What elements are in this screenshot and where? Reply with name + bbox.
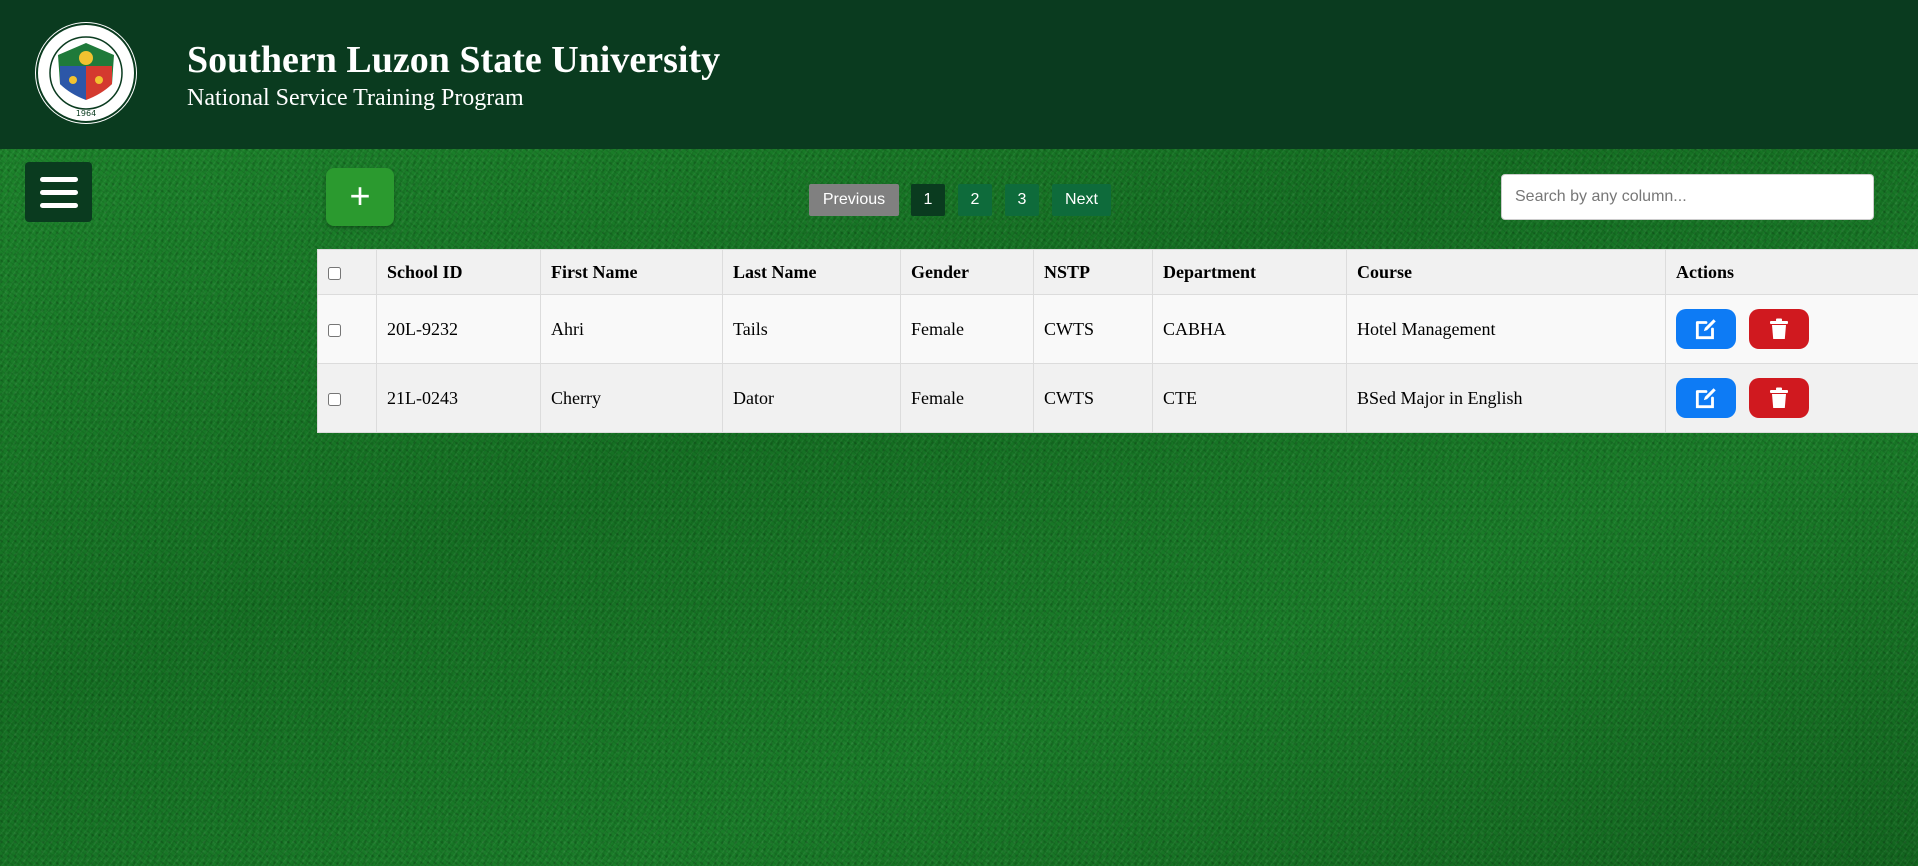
edit-icon bbox=[1695, 388, 1716, 409]
column-header-gender[interactable]: Gender bbox=[900, 249, 1034, 295]
trash-icon bbox=[1769, 318, 1788, 339]
page-subtitle: National Service Training Program bbox=[187, 85, 524, 111]
column-header-actions: Actions bbox=[1665, 249, 1918, 295]
column-header-last-name[interactable]: Last Name bbox=[722, 249, 901, 295]
first-name-cell: Cherry bbox=[540, 363, 723, 433]
row-select-cell bbox=[317, 363, 377, 433]
school-id-cell: 20L-9232 bbox=[376, 294, 541, 364]
row-select-cell bbox=[317, 294, 377, 364]
last-name-cell: Dator bbox=[722, 363, 901, 433]
nstp-cell: CWTS bbox=[1033, 294, 1153, 364]
table-row: 21L-0243 Cherry Dator Female CWTS CTE BS… bbox=[317, 363, 1918, 433]
row-checkbox[interactable] bbox=[328, 392, 341, 406]
page-3-button[interactable]: 3 bbox=[1005, 184, 1039, 216]
page-title: Southern Luzon State University bbox=[187, 39, 721, 81]
last-name-cell: Tails bbox=[722, 294, 901, 364]
svg-text:1964: 1964 bbox=[76, 109, 96, 118]
delete-button[interactable] bbox=[1748, 378, 1809, 418]
department-cell: CTE bbox=[1152, 363, 1347, 433]
course-cell: Hotel Management bbox=[1346, 294, 1666, 364]
next-page-button[interactable]: Next bbox=[1052, 184, 1111, 216]
column-header-school-id[interactable]: School ID bbox=[376, 249, 541, 295]
page-1-button[interactable]: 1 bbox=[911, 184, 945, 216]
column-header-course[interactable]: Course bbox=[1346, 249, 1666, 295]
actions-cell bbox=[1665, 363, 1918, 433]
table-row: 20L-9232 Ahri Tails Female CWTS CABHA Ho… bbox=[317, 294, 1918, 364]
edit-icon bbox=[1695, 319, 1716, 340]
first-name-cell: Ahri bbox=[540, 294, 723, 364]
course-cell: BSed Major in English bbox=[1346, 363, 1666, 433]
select-all-checkbox[interactable] bbox=[328, 266, 341, 280]
column-header-department[interactable]: Department bbox=[1152, 249, 1347, 295]
column-header-first-name[interactable]: First Name bbox=[540, 249, 723, 295]
school-id-cell: 21L-0243 bbox=[376, 363, 541, 433]
actions-cell bbox=[1665, 294, 1918, 364]
row-checkbox[interactable] bbox=[328, 323, 341, 337]
table-header-row: School ID First Name Last Name Gender NS… bbox=[317, 249, 1918, 295]
nstp-cell: CWTS bbox=[1033, 363, 1153, 433]
gender-cell: Female bbox=[900, 363, 1034, 433]
previous-page-button[interactable]: Previous bbox=[809, 184, 899, 216]
page-2-button[interactable]: 2 bbox=[958, 184, 992, 216]
students-table: School ID First Name Last Name Gender NS… bbox=[317, 249, 1918, 433]
select-all-cell bbox=[317, 249, 377, 295]
trash-icon bbox=[1769, 387, 1788, 408]
column-header-nstp[interactable]: NSTP bbox=[1033, 249, 1153, 295]
header-bar: 1964 Southern Luzon State University Nat… bbox=[0, 0, 1918, 149]
gender-cell: Female bbox=[900, 294, 1034, 364]
edit-button[interactable] bbox=[1676, 378, 1736, 418]
edit-button[interactable] bbox=[1676, 309, 1736, 349]
department-cell: CABHA bbox=[1152, 294, 1347, 364]
add-student-button[interactable]: + bbox=[326, 168, 394, 226]
delete-button[interactable] bbox=[1748, 309, 1809, 349]
search-input[interactable] bbox=[1501, 174, 1874, 220]
hamburger-menu-icon[interactable] bbox=[25, 162, 92, 222]
university-seal-icon: 1964 bbox=[35, 22, 137, 124]
